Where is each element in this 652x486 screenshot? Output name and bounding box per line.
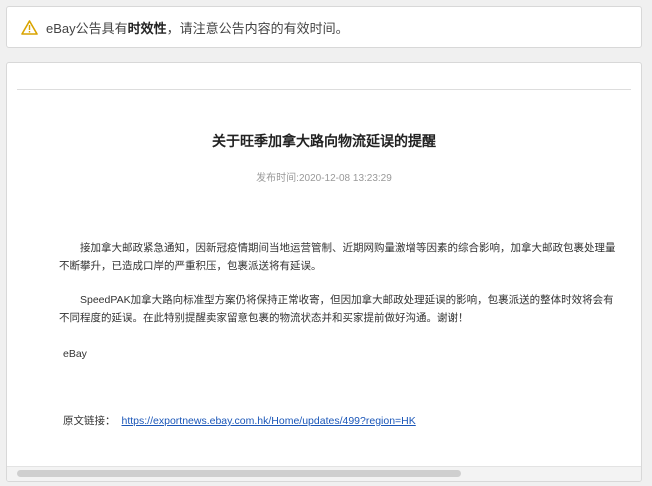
- notice-emphasis: 时效性: [127, 20, 167, 36]
- article-card: 关于旺季加拿大路向物流延误的提醒 发布时间:2020-12-08 13:23:2…: [6, 62, 642, 482]
- publish-date: 发布时间:2020-12-08 13:23:29: [256, 173, 392, 184]
- signature: eBay: [63, 348, 87, 360]
- page: eBay公告具有时效性，请注意公告内容的有效时间。 关于旺季加拿大路向物流延误的…: [0, 0, 652, 486]
- notice-text: eBay公告具有时效性，请注意公告内容的有效时间。: [46, 18, 349, 37]
- article-body: 接加拿大邮政紧急通知，因新冠疫情期间当地运营管制、近期网购量激增等因素的综合影响…: [59, 239, 619, 343]
- warning-icon: [21, 19, 38, 35]
- source-line: 原文链接： https://exportnews.ebay.com.hk/Home…: [63, 413, 416, 428]
- article-title: 关于旺季加拿大路向物流延误的提醒: [212, 133, 436, 149]
- source-link[interactable]: https://exportnews.ebay.com.hk/Home/upda…: [122, 415, 416, 427]
- article-paragraph: SpeedPAK加拿大路向标准型方案仍将保持正常收寄，但因加拿大邮政处理延误的影…: [59, 294, 614, 324]
- source-label: 原文链接：: [63, 415, 116, 427]
- notice-prefix: eBay公告具有: [46, 20, 128, 36]
- notice-suffix: ，请注意公告内容的有效时间。: [166, 20, 349, 36]
- horizontal-scrollbar[interactable]: [7, 466, 641, 481]
- notice-bar: eBay公告具有时效性，请注意公告内容的有效时间。: [6, 6, 642, 48]
- scrollbar-thumb[interactable]: [17, 470, 461, 477]
- article-paragraph: 接加拿大邮政紧急通知，因新冠疫情期间当地运营管制、近期网购量激增等因素的综合影响…: [59, 242, 616, 272]
- divider: [17, 89, 631, 90]
